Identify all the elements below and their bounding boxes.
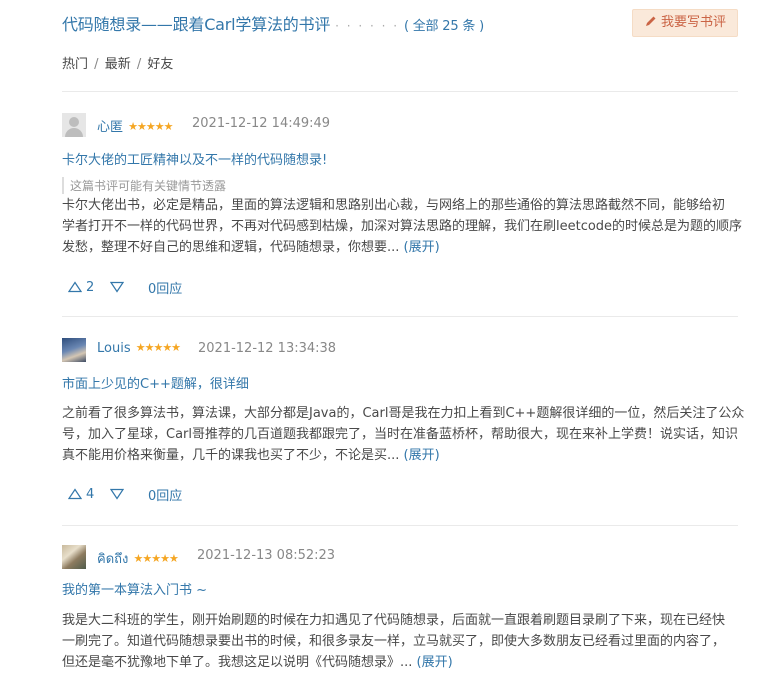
rating-stars: ★★★★★ — [135, 341, 181, 354]
sort-hot[interactable]: 热门 — [62, 57, 88, 72]
reply-link[interactable]: 0回应 — [148, 485, 182, 504]
write-review-label: 我要写书评 — [661, 15, 727, 30]
review-line-last: 但还是毫不犹豫地下单了。我想这足以说明《代码随想录》... (展开) — [62, 652, 742, 673]
review-line-text: 发愁，整理不好自己的思维和逻辑，代码随想录，你想要... — [62, 240, 400, 255]
review-line-text: 真不能用价格来衡量，几千的课我也买了不少，不论是买... — [62, 448, 400, 463]
sort-separator: / — [136, 57, 142, 72]
review-line-last: 发愁，整理不好自己的思维和逻辑，代码随想录，你想要... (展开) — [62, 237, 742, 258]
review-line: 号，加入了星球，Carl哥推荐的几百道题我都跟完了，当时在准备蓝桥杯，帮助很大，… — [62, 427, 739, 442]
thumbs-down-icon — [110, 488, 124, 500]
avatar[interactable] — [62, 545, 86, 569]
expand-link[interactable]: (展开) — [404, 448, 440, 463]
review-header: คิดถึง ★★★★★ 2021-12-13 08:52:23 — [62, 545, 742, 569]
review-title[interactable]: 我的第一本算法入门书 ~ — [62, 579, 207, 598]
sort-separator: / — [94, 57, 99, 72]
review-author[interactable]: 心匿 ★★★★★ — [97, 116, 173, 135]
review-time: 2021-12-12 14:49:49 — [192, 116, 331, 131]
expand-link[interactable]: (展开) — [404, 240, 440, 255]
divider — [62, 525, 738, 526]
review-line: 我是大二科班的学生，刚开始刷题的时候在力扣遇见了代码随想录，后面就一直跟着刷题目… — [62, 613, 726, 628]
review-title[interactable]: 市面上少见的C++题解，很详细 — [62, 373, 249, 392]
thumbs-up-icon — [68, 281, 82, 293]
review-line: 卡尔大佬出书，必定是精品，里面的算法逻辑和思路别出心裁，与网络上的那些通俗的算法… — [62, 198, 726, 213]
write-review-button[interactable]: 我要写书评 — [632, 9, 738, 37]
thumbs-down-icon — [110, 281, 124, 293]
review-body: 卡尔大佬出书，必定是精品，里面的算法逻辑和思路别出心裁，与网络上的那些通俗的算法… — [62, 195, 742, 258]
review-line: 学者打开不一样的代码世界，不再对代码感到枯燥，加深对算法思路的理解，我们在刷le… — [62, 219, 743, 234]
sort-friends[interactable]: 好友 — [147, 57, 173, 72]
review-line-last: 真不能用价格来衡量，几千的课我也买了不少，不论是买... (展开) — [62, 445, 742, 466]
review-count[interactable]: ( 全部 25 条 ) — [404, 19, 484, 34]
review-time: 2021-12-12 13:34:38 — [198, 341, 337, 356]
reviews-header: 代码随想录——跟着Carl学算法的书评 · · · · · · ( 全部 25 … — [62, 8, 742, 38]
author-name[interactable]: คิดถึง — [97, 552, 128, 567]
upvote-count: 2 — [86, 279, 95, 295]
review-header: 心匿 ★★★★★ 2021-12-12 14:49:49 — [62, 113, 742, 137]
downvote-button[interactable] — [110, 483, 146, 505]
avatar[interactable] — [62, 113, 86, 137]
review-line: 一刷完了。知道代码随想录要出书的时候，和很多录友一样，立马就买了，即使大多数朋友… — [62, 634, 726, 649]
review-line: 之前看了很多算法书，算法课，大部分都是Java的，Carl哥是我在力扣上看到C+… — [62, 406, 745, 421]
downvote-button[interactable] — [110, 276, 146, 298]
author-name[interactable]: 心匿 — [97, 120, 123, 135]
title-dots: · · · · · · — [335, 19, 400, 33]
divider — [62, 316, 738, 317]
upvote-count: 4 — [86, 486, 95, 502]
pencil-icon — [646, 16, 656, 26]
divider — [62, 91, 738, 92]
review-time: 2021-12-13 08:52:23 — [197, 548, 336, 563]
section-title-text[interactable]: 代码随想录——跟着Carl学算法的书评 — [62, 15, 330, 34]
review-author[interactable]: คิดถึง ★★★★★ — [97, 548, 179, 569]
review-title[interactable]: 卡尔大佬的工匠精神以及不一样的代码随想录! — [62, 149, 327, 168]
upvote-button[interactable]: 4 — [68, 483, 104, 505]
avatar[interactable] — [62, 338, 86, 362]
review-header: Louis ★★★★★ 2021-12-12 13:34:38 — [62, 338, 742, 362]
expand-link[interactable]: (展开) — [417, 655, 453, 670]
reply-link[interactable]: 0回应 — [148, 278, 182, 297]
spoiler-warning: 这篇书评可能有关键情节透露 — [62, 177, 226, 194]
upvote-button[interactable]: 2 — [68, 276, 104, 298]
section-title[interactable]: 代码随想录——跟着Carl学算法的书评 · · · · · · ( 全部 25 … — [62, 11, 484, 35]
review-body: 之前看了很多算法书，算法课，大部分都是Java的，Carl哥是我在力扣上看到C+… — [62, 403, 745, 466]
review-author[interactable]: Louis ★★★★★ — [97, 341, 181, 356]
author-name[interactable]: Louis — [97, 341, 131, 356]
review-body: 我是大二科班的学生，刚开始刷题的时候在力扣遇见了代码随想录，后面就一直跟着刷题目… — [62, 610, 742, 673]
sort-latest[interactable]: 最新 — [105, 57, 131, 72]
rating-stars: ★★★★★ — [128, 120, 173, 133]
rating-stars: ★★★★★ — [133, 552, 179, 565]
thumbs-up-icon — [68, 488, 82, 500]
review-line-text: 但还是毫不犹豫地下单了。我想这足以说明《代码随想录》... — [62, 655, 413, 670]
sort-tabs: 热门 / 最新 / 好友 — [62, 53, 173, 72]
